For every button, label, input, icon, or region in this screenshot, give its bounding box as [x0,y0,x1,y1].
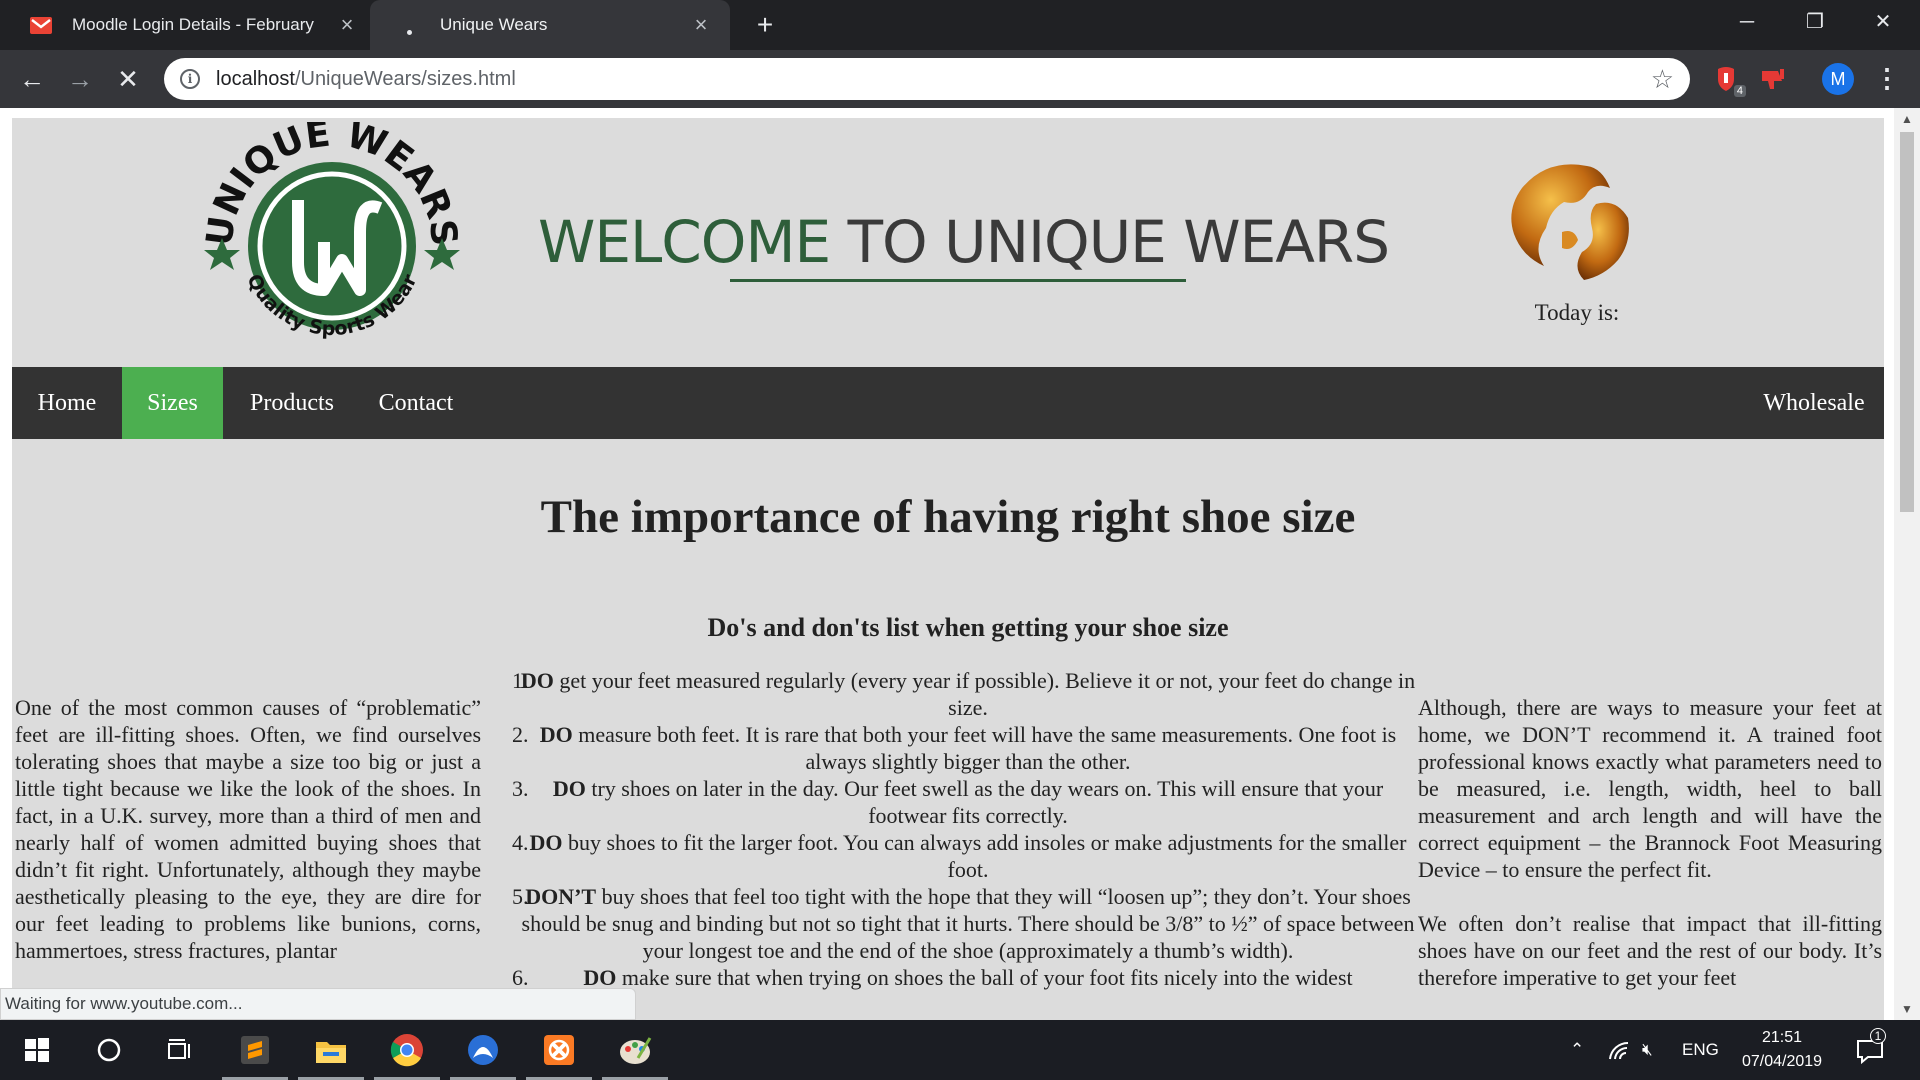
info-icon[interactable]: i [180,69,200,89]
back-arrow-icon[interactable]: ← [14,61,50,97]
tab-unique-wears[interactable]: Unique Wears × [370,0,730,50]
status-bubble: Waiting for www.youtube.com... [0,988,636,1020]
show-hidden-icons-icon[interactable]: ⌃ [1570,1020,1584,1080]
main-nav: Home Sizes Products Contact Wholesale [12,367,1884,439]
nav-products[interactable]: Products [223,367,361,439]
app-icon[interactable] [446,1020,520,1080]
task-view-icon[interactable] [144,1020,218,1080]
volume-muted-icon[interactable]: 🔇︎ [1642,1020,1653,1080]
wifi-icon[interactable] [1608,1020,1630,1080]
gmail-icon [30,16,52,34]
list-title: Do's and don'ts list when getting your s… [707,613,1229,642]
list-item: 4. DO buy shoes to fit the larger foot. Y… [512,830,1407,882]
list-item: 2. DO measure both feet. It is rare that … [512,722,1397,774]
address-bar[interactable]: i localhost/UniqueWears/sizes.html ☆ [164,58,1690,100]
close-window-button[interactable]: ✕ [1850,0,1916,44]
url-host: localhost [216,67,295,90]
page-scrollbar[interactable]: ▲ ▼ [1894,108,1920,1020]
cortana-icon[interactable] [72,1020,146,1080]
windows-start-icon[interactable] [0,1020,74,1080]
bookmark-star-icon[interactable]: ☆ [1651,64,1674,95]
list-item: 3. DO try shoes on later in the day. Our … [512,776,1384,828]
tab-close-icon[interactable]: × [686,12,716,38]
paint-icon[interactable] [598,1020,672,1080]
notifications-icon[interactable]: 1 [1856,1020,1886,1080]
profile-avatar[interactable]: M [1822,63,1854,95]
scrollbar-thumb[interactable] [1900,132,1914,512]
tab-moodle[interactable]: Moodle Login Details - February × [16,0,376,50]
system-clock[interactable]: 21:51 07/04/2019 [1720,1026,1844,1074]
web-page: UNIQUE WEARS Quality Sports Wear WELCOME… [12,118,1884,1020]
notification-count: 1 [1870,1028,1886,1044]
nav-wholesale[interactable]: Wholesale [1744,367,1884,439]
scroll-down-icon[interactable]: ▼ [1894,998,1920,1020]
right-column: Although, there are ways to measure your… [1418,694,1882,991]
file-explorer-icon[interactable] [294,1020,368,1080]
welcome-underline [730,279,1186,282]
globe-icon [1511,164,1629,280]
scroll-up-icon[interactable]: ▲ [1894,108,1920,130]
dos-list: 1. DO get your feet measured regularly (e… [512,667,1424,991]
loading-icon [398,16,420,35]
page-title: The importance of having right shoe size [540,491,1356,543]
forward-arrow-icon[interactable]: → [62,61,98,97]
nav-sizes[interactable]: Sizes [122,367,223,439]
browser-toolbar: ← → ✕ i localhost/UniqueWears/sizes.html… [0,50,1920,108]
right-paragraph-1: Although, there are ways to measure your… [1418,695,1882,882]
xampp-icon[interactable] [522,1020,596,1080]
dos-and-donts-section: Do's and don'ts list when getting your s… [512,614,1424,991]
url-path: /UniqueWears/sizes.html [294,67,516,90]
stop-loading-icon[interactable]: ✕ [110,61,146,97]
language-indicator[interactable]: ENG [1682,1020,1719,1080]
list-item: 1. DO get your feet measured regularly (e… [512,668,1416,720]
adblock-extension-icon[interactable]: 4 [1710,63,1746,97]
today-label: Today is: [1534,300,1620,325]
minimize-button[interactable]: ─ [1714,0,1780,44]
right-paragraph-2: We often don’t realise that impact that … [1418,911,1882,990]
chrome-icon[interactable] [370,1020,444,1080]
tab-close-icon[interactable]: × [332,12,362,38]
list-item: 5. DON’T buy shoes that feel too tight wi… [512,884,1415,963]
unique-wears-logo: UNIQUE WEARS Quality Sports Wear [202,122,462,340]
sublime-text-icon[interactable] [218,1020,292,1080]
restore-button[interactable]: ❐ [1782,0,1848,44]
list-item: 6. DO make sure that when trying on shoes… [512,965,1353,990]
extension-badge: 4 [1733,85,1746,97]
page-viewport: UNIQUE WEARS Quality Sports Wear WELCOME… [0,108,1920,1020]
left-paragraph: One of the most common causes of “proble… [15,695,481,963]
nav-contact[interactable]: Contact [361,367,471,439]
windows-taskbar: ⌃ 🔇︎ ENG 21:51 07/04/2019 1 [0,1020,1920,1080]
dislike-extension-icon[interactable] [1756,63,1788,95]
welcome-heading: WELCOME TO UNIQUE WEARS [538,208,1390,276]
nav-home[interactable]: Home [12,367,122,439]
browser-menu-icon[interactable]: ⋮ [1874,60,1900,96]
browser-tab-bar: Moodle Login Details - February × Unique… [0,0,1920,50]
new-tab-button[interactable]: + [748,8,782,42]
